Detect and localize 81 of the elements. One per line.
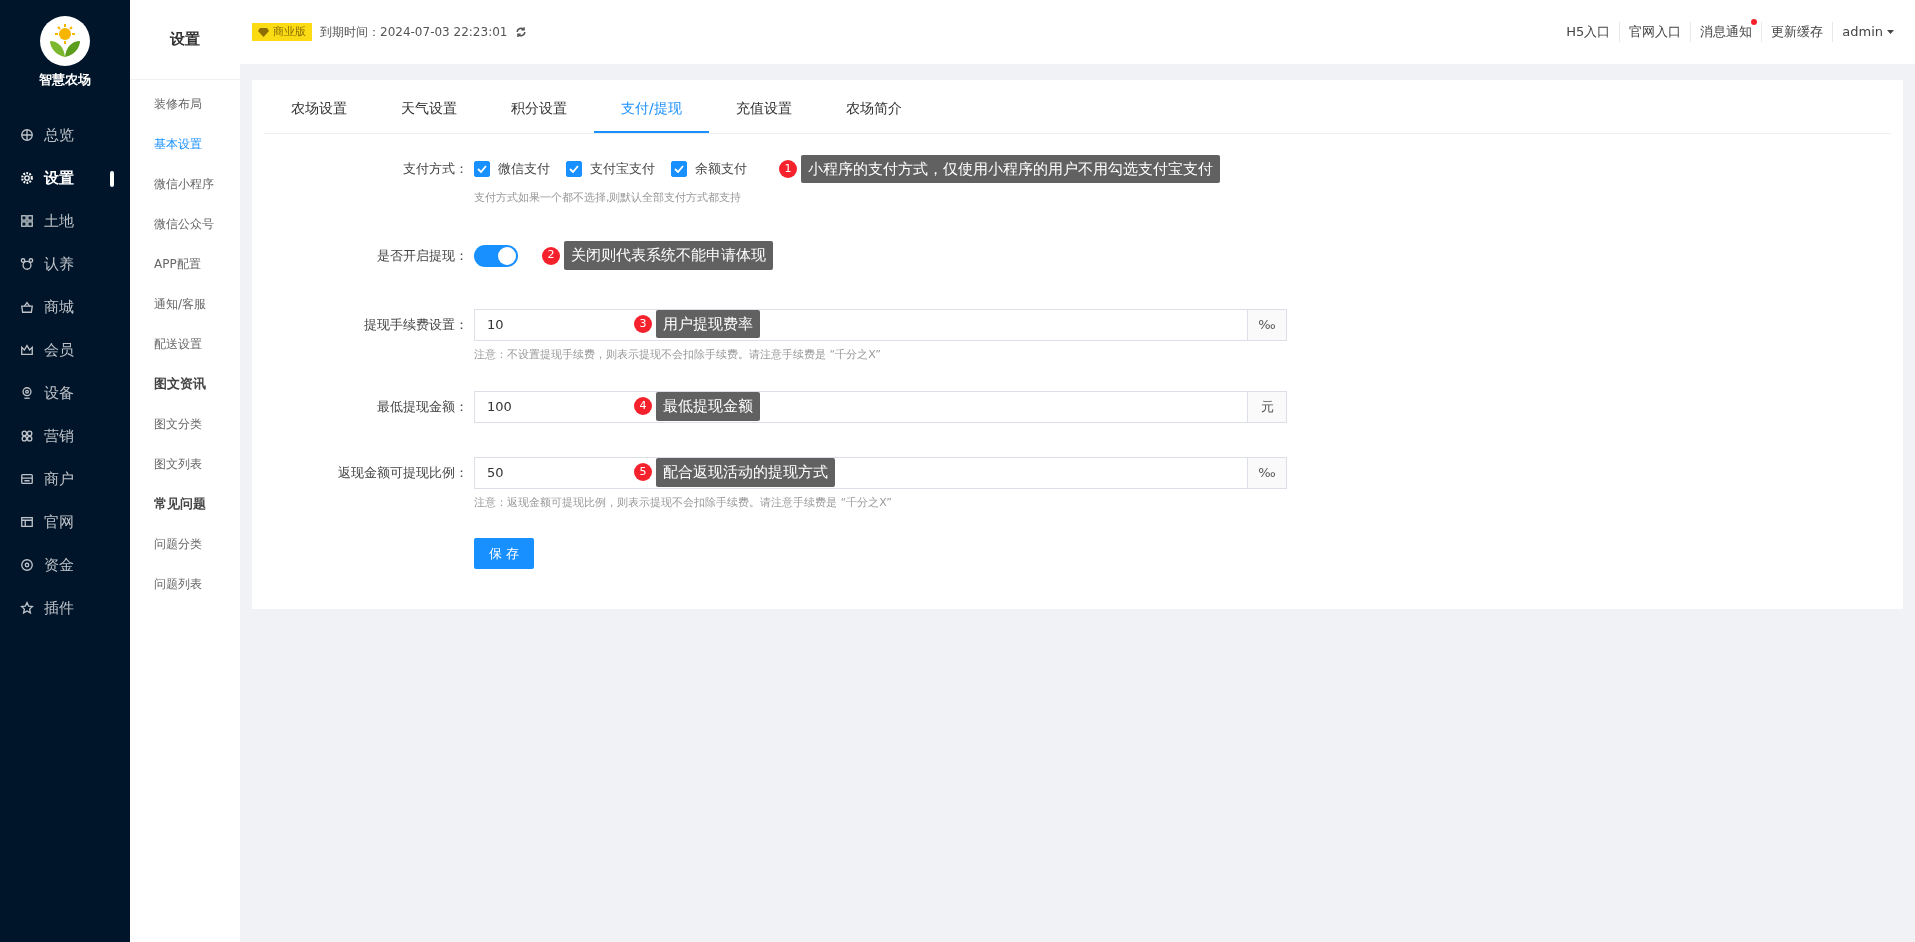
submenu-item[interactable]: 配送设置	[130, 324, 240, 364]
field-label: 提现手续费设置：	[363, 315, 469, 334]
submenu-item[interactable]: 微信小程序	[130, 164, 240, 204]
annotation-callout: 小程序的支付方式，仅使用小程序的用户不用勾选支付宝支付	[801, 154, 1220, 184]
sidebar-item[interactable]: 土地	[0, 199, 130, 243]
checkbox-label: 支付宝支付	[590, 160, 655, 179]
checkbox[interactable]	[566, 161, 582, 177]
unit-label: ‰	[1247, 308, 1287, 341]
tab[interactable]: 充值设置	[708, 86, 819, 133]
user-menu[interactable]: admin	[1833, 22, 1903, 42]
logo-icon	[40, 16, 90, 66]
clover-icon	[20, 429, 34, 443]
checkmark-icon	[477, 165, 487, 173]
expiry-text: 到期时间：2024-07-03 22:23:01	[320, 24, 508, 41]
edition-badge: 商业版	[252, 22, 312, 42]
unit-label: ‰	[1247, 457, 1287, 489]
active-indicator	[110, 170, 114, 187]
sidebar-item[interactable]: 会员	[0, 328, 130, 372]
sidebar-item[interactable]: 商户	[0, 457, 130, 501]
caret-icon	[1887, 30, 1894, 34]
sidebar-item[interactable]: 资金	[0, 543, 130, 587]
annotation-callout: 用户提现费率	[656, 309, 760, 338]
submenu-item[interactable]: 通知/客服	[130, 284, 240, 324]
submenu-item[interactable]: 装修布局	[130, 84, 240, 124]
sidebar-item[interactable]: 商城	[0, 285, 130, 329]
storefront-icon	[20, 472, 34, 486]
sidebar-item[interactable]: 设置	[0, 156, 130, 200]
tab[interactable]: 农场设置	[264, 86, 374, 133]
checkbox[interactable]	[671, 161, 687, 177]
submenu-item[interactable]: APP配置	[130, 244, 240, 284]
submenu-item[interactable]: 微信公众号	[130, 204, 240, 244]
help-text: 注意：返现金额可提现比例，则表示提现不会扣除手续费。请注意手续费是 “千分之X”	[474, 495, 893, 511]
top-link[interactable]: 消息通知	[1691, 22, 1763, 42]
submenu-item[interactable]: 问题分类	[130, 524, 240, 564]
submenu-item[interactable]: 图文分类	[130, 404, 240, 444]
submenu-item[interactable]: 图文列表	[130, 444, 240, 484]
help-text: 注意：不设置提现手续费，则表示提现不会扣除手续费。请注意手续费是 “千分之X”	[474, 346, 882, 363]
star-icon	[20, 601, 34, 615]
field-label: 返现金额可提现比例：	[337, 464, 469, 482]
logo-text: 智慧农场	[39, 71, 91, 89]
sidebar-item[interactable]: 设备	[0, 371, 130, 415]
annotation-callout: 关闭则代表系统不能申请体现	[564, 241, 773, 270]
top-link[interactable]: H5入口	[1557, 22, 1621, 42]
number-badge: 1	[779, 160, 797, 178]
field-label: 支付方式：	[402, 160, 469, 178]
checkbox[interactable]	[474, 161, 490, 177]
camera-icon	[20, 386, 34, 400]
target-icon	[20, 558, 34, 572]
sidebar-item[interactable]: 总览	[0, 113, 130, 157]
tab[interactable]: 农场简介	[818, 86, 929, 133]
ball-icon	[20, 128, 34, 142]
section-heading: 图文资讯	[153, 375, 207, 394]
unit-label: 元	[1247, 391, 1287, 423]
top-link[interactable]: 更新缓存	[1762, 22, 1834, 42]
refresh-icon[interactable]	[515, 26, 528, 38]
field-label: 是否开启提现：	[376, 246, 469, 265]
annotation-callout: 配合返现活动的提现方式	[656, 458, 835, 487]
sidebar-item[interactable]: 认养	[0, 242, 130, 286]
sidebar-item[interactable]: 插件	[0, 586, 130, 630]
checkbox-label: 余额支付	[695, 160, 747, 179]
help-text: 支付方式如果一个都不选择,则默认全部支付方式都支持	[474, 190, 743, 206]
crown-icon	[20, 343, 34, 357]
number-badge: 2	[542, 246, 560, 265]
bear-face-icon	[20, 257, 34, 271]
toggle-switch[interactable]	[474, 244, 518, 267]
submenu-item[interactable]: 问题列表	[130, 564, 240, 604]
checkmark-icon	[569, 165, 579, 173]
basket-icon	[20, 300, 34, 314]
section-heading: 常见问题	[153, 495, 207, 514]
sidebar-item[interactable]: 官网	[0, 500, 130, 544]
top-link[interactable]: 官网入口	[1620, 22, 1692, 42]
gear-icon	[20, 171, 34, 185]
tab[interactable]: 积分设置	[484, 86, 594, 133]
browser-window-icon	[20, 515, 34, 529]
sidebar-item[interactable]: 营销	[0, 414, 130, 458]
tab[interactable]: 天气设置	[374, 86, 484, 133]
grid-icon	[20, 214, 34, 228]
checkmark-icon	[674, 165, 684, 173]
field-label: 最低提现金额：	[376, 398, 469, 416]
checkbox-label: 微信支付	[498, 160, 550, 179]
annotation-callout: 最低提现金额	[656, 392, 760, 421]
